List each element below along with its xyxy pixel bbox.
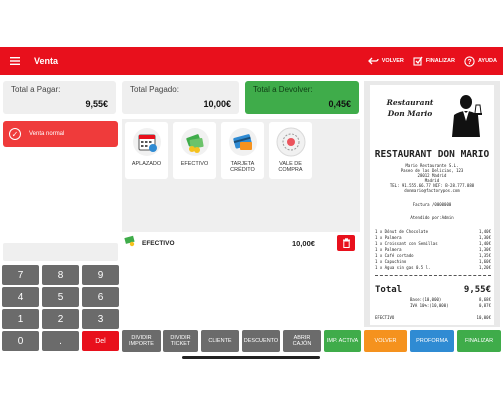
key-2[interactable]: 2	[42, 309, 79, 329]
key-5[interactable]: 5	[42, 287, 79, 307]
receipt-total: Total 9,55€	[375, 285, 491, 295]
receipt-invoice: Factura /0000000	[412, 202, 452, 207]
back-arrow-icon	[367, 57, 379, 65]
receipt-item: 1 x Capuchino 1,60€	[375, 259, 491, 264]
finish-button-label: FINALIZAR	[425, 58, 455, 64]
payment-card-label: TARJETA CRÉDITO	[230, 161, 255, 173]
voucher-icon	[272, 126, 310, 158]
delete-payment-button[interactable]	[337, 235, 355, 251]
payment-voucher-button[interactable]: VALE DE COMPRA	[269, 122, 312, 179]
receipt-divider	[375, 275, 491, 276]
sale-mode-button[interactable]: ✓ Venta normal	[3, 121, 118, 147]
total-return-label: Total a Devolver:	[253, 85, 313, 94]
payment-line-amount: 10,00€	[292, 238, 315, 248]
total-return-value: 0,45€	[328, 99, 351, 109]
help-button-label: AYUDA	[477, 58, 497, 64]
total-to-pay-value: 9,55€	[85, 99, 108, 109]
total-paid-value: 10,00€	[203, 99, 231, 109]
cash-icon	[124, 234, 138, 252]
restaurant-logo-text: Restaurant Don Mario	[386, 98, 434, 118]
key-1[interactable]: 1	[2, 309, 39, 329]
receipt-item: 1 x Agua sin gas 0.5 l. 1,20€	[375, 265, 491, 270]
page-title: Venta	[34, 56, 59, 66]
total-return-box: Total a Devolver: 0,45€	[245, 81, 359, 114]
payment-methods-panel: APLAZADO EFECTIVO TARJETA CRÉDITO VALE D…	[122, 119, 360, 232]
payment-deferred-label: APLAZADO	[131, 161, 162, 167]
discount-button[interactable]: DESCUENTO	[242, 330, 280, 352]
receipt-payment-line: EFECTIVO 10,00€	[375, 315, 491, 320]
finish-bottom-button[interactable]: FINALIZAR	[457, 330, 501, 352]
home-indicator	[182, 356, 320, 359]
trash-icon	[342, 238, 350, 248]
payment-line-row[interactable]: EFECTIVO 10,00€	[124, 233, 358, 253]
split-amount-button[interactable]: DIVIDIR IMPORTE	[122, 330, 161, 352]
check-circle-icon: ✓	[9, 128, 21, 140]
key-3[interactable]: 3	[82, 309, 119, 329]
finish-button[interactable]: FINALIZAR	[413, 56, 455, 66]
total-to-pay-label: Total a Pagar:	[11, 85, 61, 94]
key-decimal[interactable]: .	[42, 331, 79, 351]
print-active-button[interactable]: IMP. ACTIVA	[324, 330, 361, 352]
key-0[interactable]: 0	[2, 331, 39, 351]
payment-voucher-label: VALE DE COMPRA	[278, 161, 303, 173]
receipt-attended: Atendido por:Admin	[410, 215, 454, 220]
payment-line-method: EFECTIVO	[142, 239, 175, 247]
app-header: Venta VOLVER FINALIZAR ? AYUDA	[0, 47, 503, 75]
payment-cash-label: EFECTIVO	[180, 161, 209, 167]
edit-check-icon	[413, 56, 423, 66]
receipt-tax-line: Base:(10,000) 8,68€	[410, 297, 491, 302]
sale-mode-label: Venta normal	[29, 131, 65, 137]
back-bottom-button[interactable]: VOLVER	[364, 330, 407, 352]
receipt-ticket: Restaurant Don Mario RESTAURANT DON MARI…	[370, 85, 494, 325]
key-delete[interactable]: Del	[82, 331, 119, 351]
credit-card-icon	[224, 126, 262, 158]
payment-deferred-button[interactable]: APLAZADO	[125, 122, 168, 179]
waiter-logo-icon	[452, 95, 482, 137]
help-button[interactable]: ? AYUDA	[464, 55, 497, 67]
cash-icon	[176, 126, 214, 158]
total-paid-box: Total Pagado: 10,00€	[122, 81, 239, 114]
receipt-item: 1 x Palmera 1,30€	[375, 247, 491, 252]
key-6[interactable]: 6	[82, 287, 119, 307]
calendar-icon	[128, 126, 166, 158]
key-8[interactable]: 8	[42, 265, 79, 285]
receipt-item: 1 x Café cortado 1,35€	[375, 253, 491, 258]
key-9[interactable]: 9	[82, 265, 119, 285]
receipt-item: 1 x Palmera 1,30€	[375, 235, 491, 240]
proforma-button[interactable]: PROFORMA	[410, 330, 454, 352]
key-4[interactable]: 4	[2, 287, 39, 307]
payment-cash-button[interactable]: EFECTIVO	[173, 122, 216, 179]
key-7[interactable]: 7	[2, 265, 39, 285]
split-ticket-button[interactable]: DIVIDIR TICKET	[163, 330, 198, 352]
back-button[interactable]: VOLVER	[367, 57, 404, 65]
total-to-pay-box: Total a Pagar: 9,55€	[3, 81, 116, 114]
open-drawer-button[interactable]: ABRIR CAJÓN	[283, 330, 321, 352]
customer-button[interactable]: CLIENTE	[201, 330, 239, 352]
receipt-title: RESTAURANT DON MARIO	[374, 149, 490, 160]
help-icon: ?	[464, 55, 475, 67]
back-button-label: VOLVER	[381, 58, 404, 64]
receipt-item: 1 x Dónut de Chocolate 1,40€	[375, 229, 491, 234]
hamburger-menu-icon[interactable]	[0, 47, 30, 75]
payment-card-button[interactable]: TARJETA CRÉDITO	[221, 122, 264, 179]
receipt-tax-line: IVA 10%:(10,000) 0,87€	[410, 303, 491, 308]
receipt-item: 1 x Croissant con Semillas 1,40€	[375, 241, 491, 246]
receipt-preview-panel: Restaurant Don Mario RESTAURANT DON MARI…	[364, 81, 500, 327]
receipt-address-6: donmario@factorypos.com	[404, 188, 460, 193]
total-paid-label: Total Pagado:	[130, 85, 179, 94]
amount-input[interactable]	[3, 243, 118, 261]
svg-text:?: ?	[467, 59, 471, 66]
